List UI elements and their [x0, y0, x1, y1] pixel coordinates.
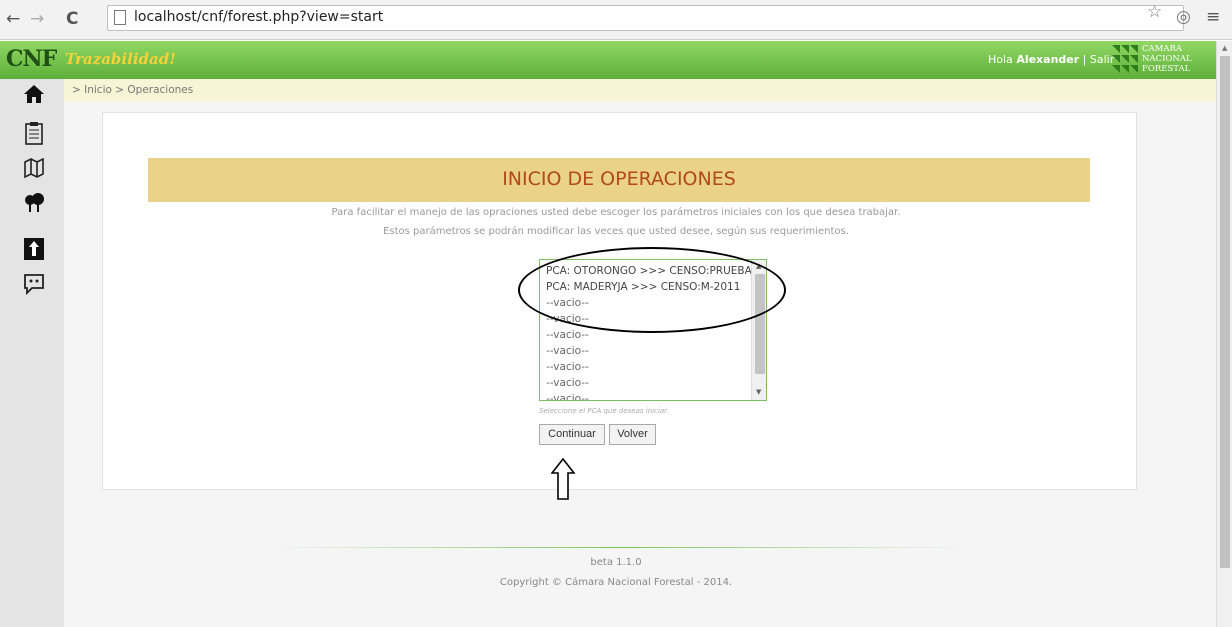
list-scroll-down-icon[interactable]: ▼ [756, 388, 761, 396]
page-title: INICIO DE OPERACIONES [502, 168, 736, 190]
breadcrumb: > Inicio > Operaciones [64, 79, 1216, 102]
list-option[interactable]: --vacio-- [546, 393, 589, 400]
map-icon[interactable] [22, 157, 46, 181]
browser-menu-icon[interactable]: ≡ [1206, 7, 1220, 27]
page-icon [114, 10, 126, 25]
footer-divider [268, 547, 972, 548]
bookmark-star-icon[interactable]: ☆ [1147, 2, 1162, 22]
clipboard-icon[interactable] [22, 121, 46, 145]
annotation-ellipse [518, 247, 786, 333]
scroll-up-icon[interactable]: ▲ [1222, 44, 1227, 52]
address-bar[interactable]: localhost/cnf/forest.php?view=start [107, 5, 1184, 31]
sidebar [0, 79, 64, 627]
title-bar: INICIO DE OPERACIONES [148, 158, 1090, 202]
logout-link[interactable]: Salir [1090, 53, 1114, 66]
back-arrow-icon[interactable]: ← [6, 8, 20, 30]
tree-upload-icon[interactable] [22, 237, 46, 261]
footer-copyright: Copyright © Cámara Nacional Forestal - 2… [499, 577, 733, 588]
list-option[interactable]: --vacio-- [546, 329, 589, 341]
description-line-2: Estos parámetros se podrán modificar las… [383, 226, 849, 237]
scroll-thumb[interactable] [1220, 56, 1230, 568]
camara-logo-text: CAMARA NACIONAL FORESTAL [1142, 44, 1192, 74]
reload-icon[interactable]: C [66, 8, 78, 30]
greeting-prefix: Hola [988, 53, 1013, 66]
browser-toolbar: ← → C localhost/cnf/forest.php?view=star… [0, 0, 1232, 40]
brand-line: NACIONAL [1142, 54, 1192, 64]
camara-logo: CAMARA NACIONAL FORESTAL [1112, 43, 1212, 77]
brand-line: CAMARA [1142, 44, 1183, 54]
brand-line: FORESTAL [1142, 64, 1191, 74]
description-line-1: Para facilitar el manejo de las opracion… [331, 207, 901, 218]
extension-icon[interactable]: ◎ [1176, 7, 1191, 27]
comment-icon[interactable] [22, 273, 46, 297]
footer-version: beta 1.1.0 [590, 557, 642, 568]
user-greeting: Hola Alexander | Salir [988, 53, 1114, 66]
back-button[interactable]: Volver [609, 424, 656, 445]
forward-arrow-icon[interactable]: → [30, 8, 44, 30]
list-option[interactable]: --vacio-- [546, 345, 589, 357]
home-icon[interactable] [22, 83, 46, 107]
user-name: Alexander [1016, 53, 1080, 66]
list-option[interactable]: --vacio-- [546, 377, 589, 389]
logo-cnf[interactable]: CNF [6, 46, 57, 72]
annotation-arrow-icon [551, 458, 575, 500]
url-text: localhost/cnf/forest.php?view=start [134, 9, 384, 25]
greeting-separator: | [1082, 53, 1087, 66]
list-option[interactable]: --vacio-- [546, 361, 589, 373]
logo-trazabilidad: Trazabilidad! [65, 50, 176, 68]
continue-button[interactable]: Continuar [539, 424, 605, 445]
app-header: CNF Trazabilidad! Hola Alexander | Salir… [0, 41, 1216, 79]
select-help-text: Seleccione el PCA que deseas iniciar. [539, 407, 669, 415]
camara-logo-mark-icon [1112, 45, 1140, 75]
page-scrollbar[interactable]: ▲ [1216, 41, 1232, 627]
